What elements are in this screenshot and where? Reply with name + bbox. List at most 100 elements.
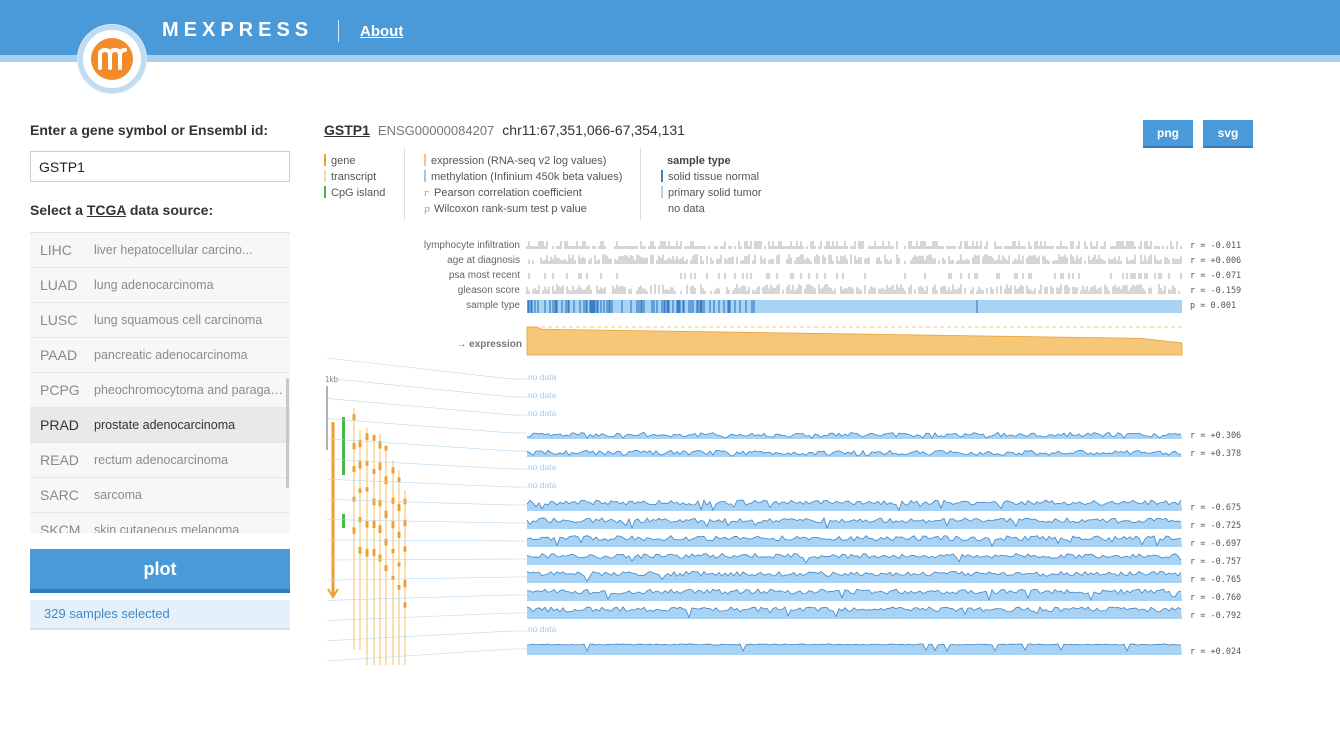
source-code: SARC (40, 487, 79, 503)
probe-stat: r = -0.765 (1190, 575, 1241, 585)
source-item-pcpg[interactable]: PCPG pheochromocytoma and paragan... (30, 373, 290, 408)
source-name: sarcoma (94, 488, 142, 502)
source-list-scrollbar[interactable] (286, 378, 289, 488)
transcript-exon (352, 442, 356, 450)
transcript-exon (384, 565, 388, 572)
transcript-exon (352, 466, 356, 472)
track-label: sample type (466, 300, 520, 311)
track-bars (526, 241, 1182, 249)
source-name: lung squamous cell carcinoma (94, 313, 263, 327)
transcript-exon (372, 520, 376, 528)
probe-no-data: no data (528, 462, 557, 472)
data-source-list[interactable]: LIHC liver hepatocellular carcino... LUAD l… (30, 232, 290, 533)
probe-connector (326, 648, 513, 662)
legend-divider (404, 148, 405, 220)
source-item-skcm[interactable]: SKCM skin cutaneous melanoma (30, 513, 290, 533)
transcript-exon (365, 487, 369, 492)
transcript-exon (403, 546, 407, 552)
ensembl-id: ENSG00000084207 (377, 123, 495, 138)
gene-input[interactable] (30, 151, 290, 182)
source-name: lung adenocarcinoma (94, 278, 214, 292)
png-export-button[interactable]: png (1143, 120, 1193, 148)
probe-no-data: no data (528, 390, 557, 400)
legend-label: gene (331, 155, 356, 167)
track-bars (528, 273, 1182, 279)
legend-sample-type-title: sample type (667, 155, 731, 167)
transcript-exon (358, 488, 362, 494)
probe-stat: r = -0.725 (1190, 521, 1241, 531)
transcript-exon (391, 548, 395, 554)
track-bars (526, 284, 1180, 294)
source-item-read[interactable]: READ rectum adenocarcinoma (30, 443, 290, 478)
source-code: PCPG (40, 382, 80, 398)
probe-connector (326, 630, 513, 642)
probe-no-data: no data (528, 408, 557, 418)
legend-swatch (424, 154, 426, 166)
probe-connector (326, 558, 513, 561)
transcript-exon (384, 476, 388, 485)
source-item-luad[interactable]: LUAD lung adenocarcinoma (30, 268, 290, 303)
source-name: pancreatic adenocarcinoma (94, 348, 248, 362)
source-item-paad[interactable]: PAAD pancreatic adenocarcinoma (30, 338, 290, 373)
legend-label: Pearson correlation coefficient (434, 187, 582, 199)
source-code: SKCM (40, 522, 81, 533)
gene-location: chr11:67,351,066-67,354,131 (502, 122, 685, 138)
transcript-exon (372, 469, 376, 474)
transcript-exon (391, 497, 395, 504)
track-stat: r = -0.011 (1190, 241, 1241, 251)
transcript-exon (403, 580, 407, 588)
track-bars-path (526, 284, 1180, 294)
source-item-lusc[interactable]: LUSC lung squamous cell carcinoma (30, 303, 290, 338)
probe-stat: r = -0.792 (1190, 611, 1241, 621)
transcript-exon (365, 433, 369, 441)
probe-connector (326, 357, 513, 380)
cpg-island (342, 417, 345, 475)
methylation-area (527, 643, 1182, 655)
track-stat: r = -0.159 (1190, 286, 1241, 296)
legend-symbol: p (424, 205, 430, 215)
tcga-link[interactable]: TCGA (87, 202, 126, 218)
probe-connector (326, 398, 513, 416)
source-item-prad[interactable]: PRAD prostate adenocarcinoma (30, 408, 290, 443)
legend-swatch (661, 202, 663, 214)
scale-label: 1kb (325, 375, 338, 384)
mexpress-logo-icon[interactable] (78, 25, 146, 93)
legend-sample-type-items: solid tissue normal primary solid tumor no… (661, 169, 762, 217)
transcript-exon (365, 521, 369, 528)
source-label-prefix: Select a (30, 202, 87, 218)
svg-export-button[interactable]: svg (1203, 120, 1253, 148)
source-name: skin cutaneous melanoma (94, 523, 240, 533)
probe-connector (326, 576, 513, 581)
samples-selected-status: 329 samples selected (30, 600, 290, 630)
legend-label: transcript (331, 171, 377, 183)
probe-stat: r = -0.760 (1190, 593, 1241, 603)
source-code: LUSC (40, 312, 78, 328)
gene-symbol-link[interactable]: GSTP1 (324, 122, 370, 138)
transcript-exon (372, 548, 376, 556)
legend-item: solid tissue normal (661, 169, 762, 185)
transcript-exon (372, 435, 376, 441)
track-stat: p = 0.001 (1190, 301, 1236, 311)
transcript-exon (397, 477, 401, 483)
legend-symbol: r (424, 189, 429, 199)
source-item-lihc[interactable]: LIHC liver hepatocellular carcino... (30, 233, 290, 268)
transcript-exon (378, 525, 382, 534)
transcript-exon (397, 585, 401, 590)
transcript-exon (384, 510, 388, 519)
source-name: pheochromocytoma and paragan... (94, 383, 284, 397)
about-link[interactable]: About (360, 23, 403, 40)
plot-button[interactable]: plot (30, 549, 290, 593)
transcript-exon (384, 538, 388, 546)
source-item-sarc[interactable]: SARC sarcoma (30, 478, 290, 513)
brand-name: MEXPRESS (162, 19, 314, 41)
probe-stat: r = -0.675 (1190, 503, 1241, 513)
track-bars (528, 254, 1182, 264)
source-name: rectum adenocarcinoma (94, 453, 229, 467)
transcript-exon (358, 461, 362, 469)
legend-item: r Pearson correlation coefficient (424, 185, 622, 201)
probe-connector (326, 539, 513, 542)
legend-swatch (324, 170, 326, 182)
legend-swatch (661, 170, 663, 182)
legend-label: solid tissue normal (668, 171, 760, 183)
track-label: age at diagnosis (447, 255, 520, 266)
